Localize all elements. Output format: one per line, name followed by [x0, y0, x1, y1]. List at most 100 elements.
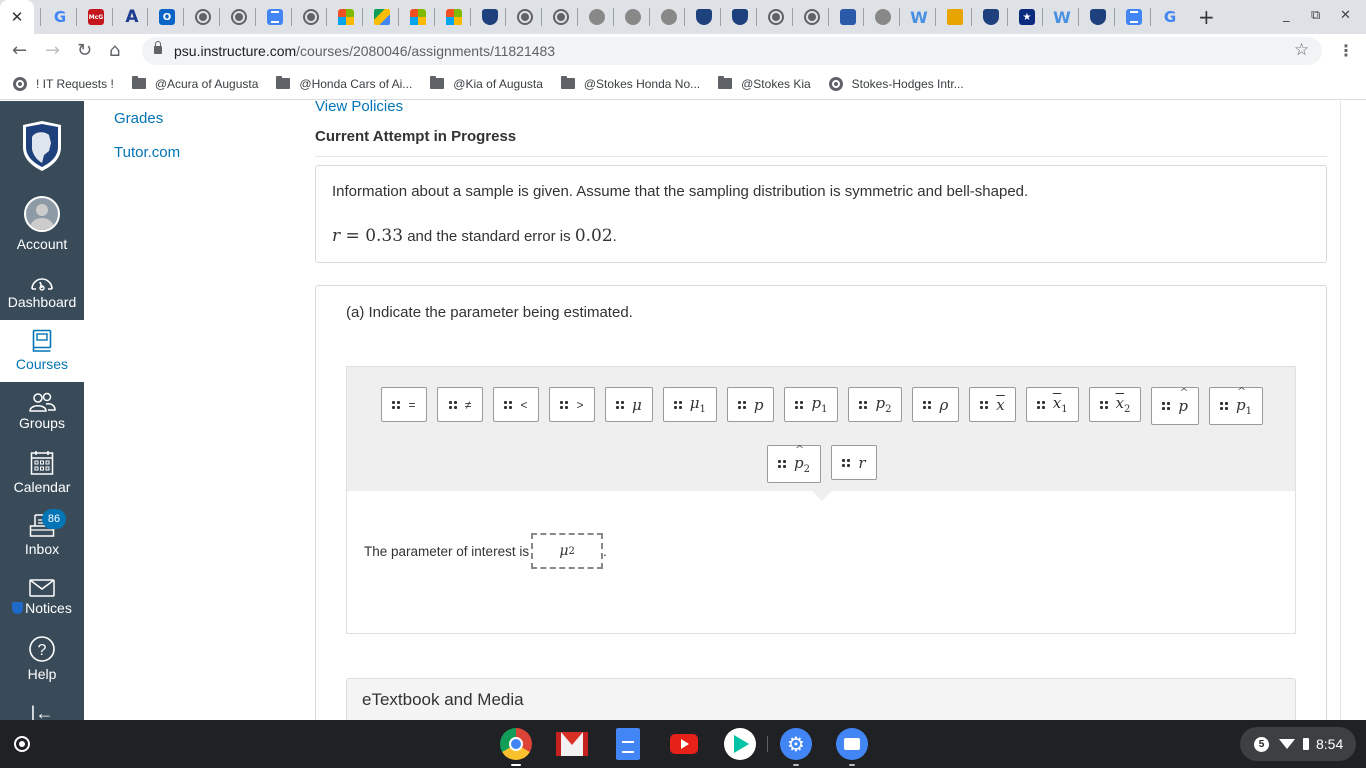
shelf-app-gmail[interactable]	[556, 728, 588, 760]
pinned-tab[interactable]	[300, 6, 322, 28]
drag-handle-icon[interactable]	[1099, 400, 1108, 409]
bookmark-item[interactable]: ! IT Requests !	[13, 76, 114, 91]
bookmark-folder[interactable]: @Kia of Augusta	[430, 76, 543, 91]
pinned-tab[interactable]	[765, 6, 787, 28]
drag-handle-icon[interactable]	[980, 400, 989, 409]
pinned-tab[interactable]	[622, 6, 644, 28]
address-bar[interactable]: psu.instructure.com/courses/2080046/assi…	[142, 37, 1322, 65]
pinned-tab[interactable]: A	[121, 6, 143, 28]
shelf-app-files[interactable]	[836, 728, 868, 766]
drag-handle-icon[interactable]	[859, 400, 868, 409]
answer-tile[interactable]: p2	[848, 387, 903, 422]
bookmark-star-icon[interactable]: ☆	[1294, 40, 1309, 60]
global-nav-calendar[interactable]: Calendar	[0, 450, 84, 495]
drag-handle-icon[interactable]	[795, 400, 804, 409]
answer-dropzone[interactable]: μ2	[531, 533, 604, 569]
global-nav-courses[interactable]: Courses	[0, 320, 84, 382]
global-nav-inbox[interactable]: 86 Inbox	[0, 509, 84, 557]
answer-tile[interactable]: x1	[1025, 387, 1079, 422]
bookmark-item[interactable]: Stokes-Hodges Intr...	[828, 76, 964, 91]
pinned-tab[interactable]	[729, 6, 751, 28]
pinned-tab[interactable]	[1123, 6, 1145, 28]
pinned-tab[interactable]	[335, 6, 357, 28]
answer-tile[interactable]: >	[548, 387, 595, 422]
answer-tile[interactable]: μ1	[662, 387, 717, 422]
global-nav-account[interactable]: Account	[0, 196, 84, 252]
drag-handle-icon[interactable]	[1162, 402, 1171, 410]
pinned-tab[interactable]	[980, 6, 1002, 28]
pinned-tab[interactable]: O	[156, 6, 178, 28]
pinned-tab[interactable]	[586, 6, 608, 28]
answer-tile[interactable]: =	[380, 387, 427, 422]
pinned-tab[interactable]: W	[1051, 6, 1073, 28]
pinned-tab[interactable]: ★	[1016, 6, 1038, 28]
view-policies-link[interactable]: View Policies	[315, 98, 403, 115]
drag-handle-icon[interactable]	[842, 458, 851, 467]
new-tab-button[interactable]: +	[1198, 5, 1215, 29]
drag-handle-icon[interactable]	[504, 400, 513, 409]
shelf-app-youtube[interactable]	[668, 728, 700, 760]
minimize-button[interactable]: _	[1283, 8, 1290, 23]
pinned-tab[interactable]	[872, 6, 894, 28]
answer-tile[interactable]: p1	[1209, 385, 1264, 425]
drag-handle-icon[interactable]	[448, 400, 457, 409]
close-window-button[interactable]: ✕	[1340, 8, 1351, 23]
active-tab[interactable]: ✕	[0, 0, 34, 34]
restore-button[interactable]: ⧉	[1311, 8, 1320, 23]
close-tab-icon[interactable]: ✕	[11, 8, 24, 26]
drag-handle-icon[interactable]	[923, 400, 932, 409]
status-tray[interactable]: 5 8:54	[1240, 727, 1356, 761]
bookmark-folder[interactable]: @Acura of Augusta	[131, 76, 258, 91]
course-nav-grades[interactable]: Grades	[114, 110, 180, 127]
global-nav-dashboard[interactable]: Dashboard	[0, 273, 84, 310]
pinned-tab[interactable]: G	[1159, 6, 1181, 28]
pinned-tab[interactable]	[801, 6, 823, 28]
url-text[interactable]: psu.instructure.com/courses/2080046/assi…	[174, 43, 555, 59]
pinned-tab[interactable]	[443, 6, 465, 28]
pinned-tab[interactable]	[658, 6, 680, 28]
answer-tile[interactable]: <	[492, 387, 539, 422]
psu-logo[interactable]	[20, 121, 64, 171]
pinned-tab[interactable]: G	[49, 6, 71, 28]
pinned-tab[interactable]	[192, 6, 214, 28]
answer-tile[interactable]: p	[726, 387, 775, 422]
answer-tile[interactable]: μ	[604, 387, 653, 422]
answer-tile[interactable]: r	[830, 445, 877, 480]
pinned-tab[interactable]	[944, 6, 966, 28]
bookmark-folder[interactable]: @Stokes Honda No...	[560, 76, 700, 91]
launcher-button[interactable]	[14, 736, 30, 752]
drag-handle-icon[interactable]	[392, 400, 401, 409]
answer-tile[interactable]: x2	[1088, 387, 1142, 422]
shelf-app-chrome[interactable]	[500, 728, 532, 766]
reload-button[interactable]: ↻	[77, 40, 92, 61]
answer-tile[interactable]: p	[1151, 386, 1200, 425]
browser-menu-icon[interactable]: ⋮	[1338, 41, 1354, 60]
pinned-tab[interactable]	[407, 6, 429, 28]
pinned-tab[interactable]	[479, 6, 501, 28]
bookmark-folder[interactable]: @Honda Cars of Ai...	[276, 76, 412, 91]
pinned-tab[interactable]	[371, 6, 393, 28]
lock-icon[interactable]	[154, 41, 162, 54]
global-nav-groups[interactable]: Groups	[0, 392, 84, 431]
pinned-tab[interactable]	[550, 6, 572, 28]
shelf-app-settings[interactable]: ⚙	[780, 728, 812, 766]
shelf-app-docs[interactable]	[612, 728, 644, 760]
pinned-tab[interactable]	[693, 6, 715, 28]
pinned-tab[interactable]	[264, 6, 286, 28]
answer-tile[interactable]: p2	[767, 443, 821, 483]
bookmark-folder[interactable]: @Stokes Kia	[718, 76, 811, 91]
course-nav-tutor[interactable]: Tutor.com	[114, 144, 180, 161]
global-nav-notices[interactable]: Notices	[0, 579, 84, 616]
forward-button[interactable]: →	[45, 40, 60, 61]
pinned-tab[interactable]	[837, 6, 859, 28]
answer-tile[interactable]: p1	[784, 387, 839, 422]
answer-tile[interactable]: x	[969, 387, 1016, 422]
pinned-tab[interactable]	[228, 6, 250, 28]
pinned-tab[interactable]: McG	[85, 6, 107, 28]
pinned-tab[interactable]: W	[908, 6, 930, 28]
home-button[interactable]: ⌂	[109, 40, 120, 61]
drag-handle-icon[interactable]	[1220, 402, 1229, 410]
shelf-app-play-store[interactable]	[724, 728, 756, 760]
drag-handle-icon[interactable]	[737, 400, 746, 409]
drag-handle-icon[interactable]	[778, 460, 786, 468]
